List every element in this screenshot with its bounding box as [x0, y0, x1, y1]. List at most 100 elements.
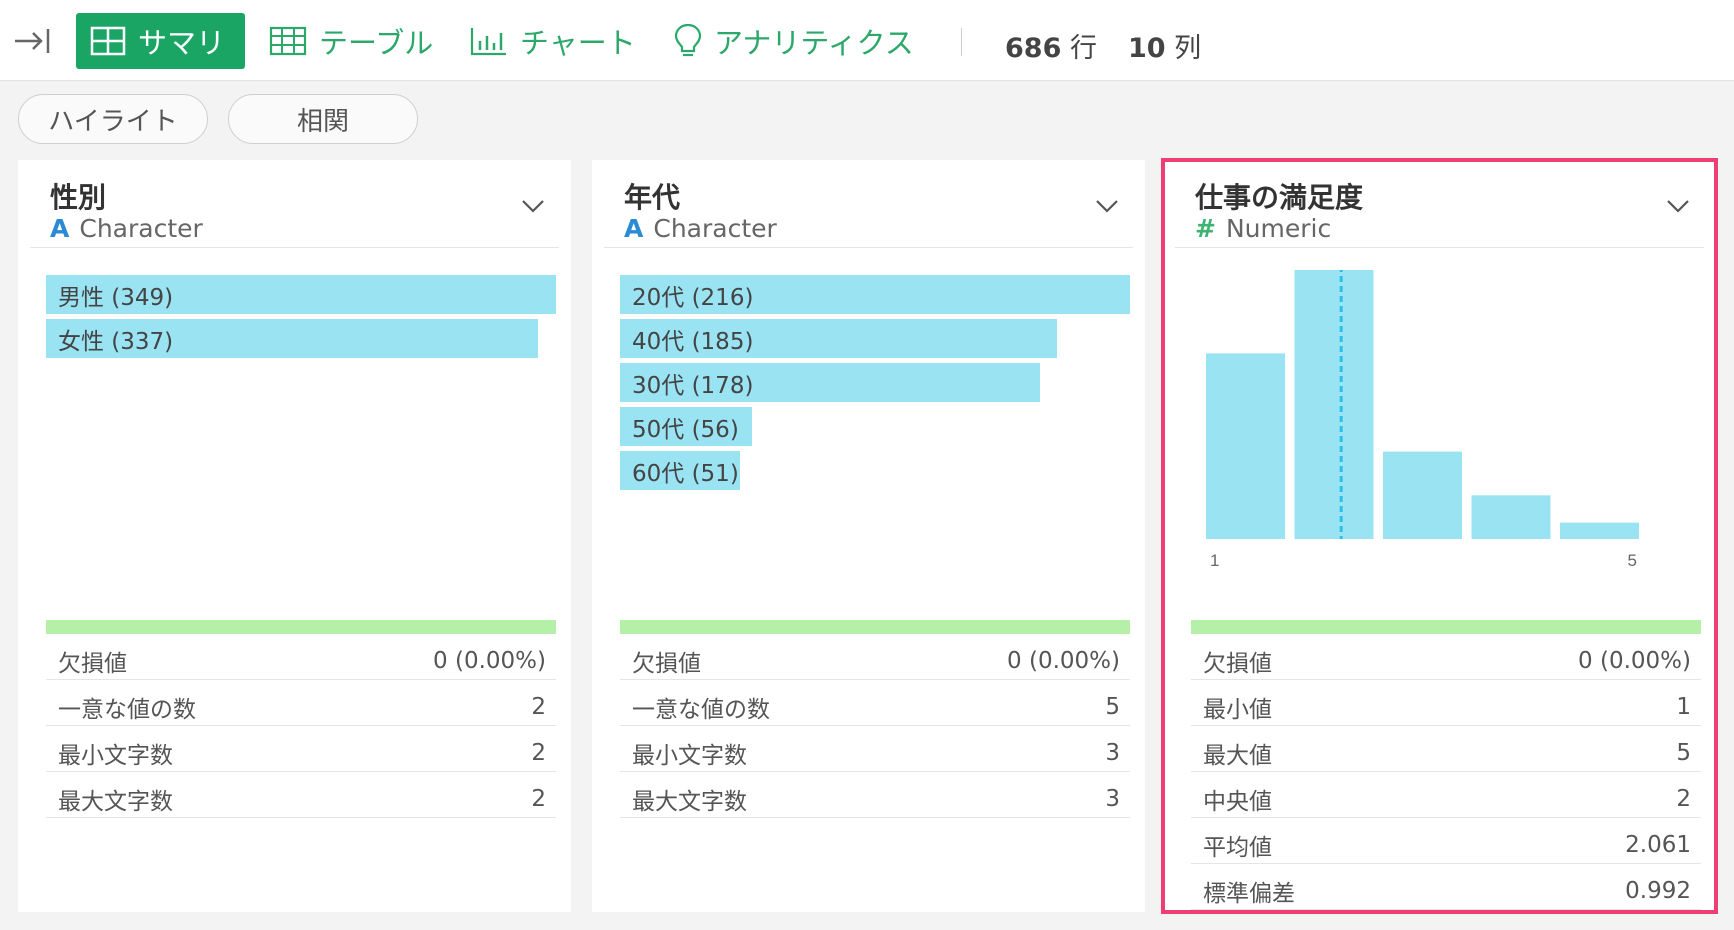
- stat-row: 最小値 1: [1191, 680, 1701, 726]
- stat-label: 最大文字数: [632, 789, 747, 815]
- chevron-down-icon[interactable]: [1095, 198, 1119, 217]
- histogram-bar[interactable]: [1206, 353, 1285, 539]
- correlation-button[interactable]: 相関: [228, 94, 418, 144]
- stat-label: 最小文字数: [58, 743, 173, 769]
- stat-value: 2: [1676, 786, 1691, 812]
- stat-value: 0.992: [1625, 878, 1691, 904]
- numeric-type-icon: #: [1195, 214, 1216, 243]
- histogram-chart: 15: [1206, 266, 1639, 570]
- stats-list: 欠損値 0 (0.00%) 一意な値の数 2 最小文字数 2 最大文字数 2: [46, 634, 556, 818]
- category-bar[interactable]: 女性 (337): [46, 319, 539, 358]
- toolbar: サマリ テーブル チャート アナリティクス 686 行 10 列: [0, 0, 1734, 81]
- stat-row: 最大文字数 3: [620, 772, 1130, 818]
- column-count-unit: 列: [1174, 33, 1202, 64]
- bar-chart-icon: [470, 26, 508, 56]
- collapse-sidebar-icon[interactable]: [14, 26, 52, 56]
- stat-value: 2: [531, 786, 546, 812]
- stat-row: 欠損値 0 (0.00%): [620, 634, 1130, 680]
- stat-value: 0 (0.00%): [1007, 648, 1120, 674]
- stat-value: 1: [1676, 694, 1691, 720]
- stat-row: 最大値 5: [1191, 726, 1701, 772]
- stat-row: 欠損値 0 (0.00%): [1191, 634, 1701, 680]
- table-icon: [269, 26, 307, 56]
- tab-analytics[interactable]: アナリティクス: [660, 13, 928, 69]
- stat-row: 欠損値 0 (0.00%): [46, 634, 556, 680]
- stat-row: 中央値 2: [1191, 772, 1701, 818]
- stat-row: 最小文字数 2: [46, 726, 556, 772]
- lightbulb-icon: [674, 23, 702, 59]
- stat-label: 最大値: [1203, 743, 1272, 769]
- category-bar[interactable]: 20代 (216): [620, 275, 1130, 314]
- stat-row: 平均値 2.061: [1191, 818, 1701, 864]
- tab-chart[interactable]: チャート: [456, 13, 650, 69]
- card-title: 性別: [50, 181, 107, 214]
- completeness-bar: [1191, 620, 1701, 634]
- stat-value: 5: [1105, 694, 1120, 720]
- completeness-bar: [46, 620, 556, 634]
- card-header: 仕事の満足度 # Numeric: [1175, 160, 1704, 248]
- column-type: A Character: [624, 214, 777, 243]
- stat-row: 最大文字数 2: [46, 772, 556, 818]
- column-card-job-satisfaction: 仕事の満足度 # Numeric 15 欠損値 0 (0.00%) 最小値 1 最大値 5 中…: [1161, 158, 1718, 914]
- category-bar[interactable]: 40代 (185): [620, 319, 1057, 358]
- card-title: 年代: [624, 181, 681, 214]
- tab-label: アナリティクス: [714, 26, 914, 60]
- column-card-age-group: 年代 A Character 20代 (216) 40代 (185) 30代 (178…: [592, 160, 1145, 912]
- card-header: 年代 A Character: [604, 160, 1133, 248]
- column-card-gender: 性別 A Character 男性 (349) 女性 (337) 欠損値 0 (0.0…: [18, 160, 571, 912]
- toolbar-divider: [961, 28, 962, 56]
- stat-label: 欠損値: [58, 651, 127, 677]
- stat-label: 一意な値の数: [58, 697, 196, 723]
- chevron-down-icon[interactable]: [521, 198, 545, 217]
- completeness-bar: [620, 620, 1130, 634]
- stat-value: 0 (0.00%): [1578, 648, 1691, 674]
- histogram-bar[interactable]: [1383, 451, 1462, 539]
- stat-row: 標準偏差 0.992: [1191, 864, 1701, 910]
- stat-label: 欠損値: [1203, 651, 1272, 677]
- column-count: 10 列: [1128, 26, 1201, 65]
- histogram-bar[interactable]: [1560, 522, 1639, 539]
- stat-value: 2: [531, 740, 546, 766]
- column-type-label: Numeric: [1225, 214, 1332, 243]
- histogram-bar[interactable]: [1294, 266, 1374, 539]
- category-bar[interactable]: 60代 (51): [620, 451, 741, 490]
- stats-list: 欠損値 0 (0.00%) 最小値 1 最大値 5 中央値 2 平均値 2.061 標準偏差 0.99…: [1191, 634, 1701, 910]
- stat-row: 一意な値の数 2: [46, 680, 556, 726]
- category-bar[interactable]: 男性 (349): [46, 275, 556, 314]
- column-type-label: Character: [79, 214, 203, 243]
- card-title: 仕事の満足度: [1195, 181, 1364, 214]
- chevron-down-icon[interactable]: [1666, 198, 1690, 217]
- stat-row: 一意な値の数 5: [620, 680, 1130, 726]
- card-header: 性別 A Character: [30, 160, 559, 248]
- column-count-value: 10: [1128, 33, 1166, 64]
- row-count-unit: 行: [1069, 33, 1097, 64]
- stat-value: 2: [531, 694, 546, 720]
- character-type-icon: A: [624, 214, 644, 243]
- stat-label: 欠損値: [632, 651, 701, 677]
- summary-grid-icon: [90, 26, 126, 56]
- stat-row: 最小文字数 3: [620, 726, 1130, 772]
- character-type-icon: A: [50, 214, 70, 243]
- tab-label: チャート: [520, 26, 636, 60]
- tab-label: テーブル: [319, 26, 434, 60]
- stat-value: 5: [1676, 740, 1691, 766]
- histogram: 15: [1191, 266, 1701, 580]
- stats-list: 欠損値 0 (0.00%) 一意な値の数 5 最小文字数 3 最大文字数 3: [620, 634, 1130, 818]
- stat-value: 3: [1105, 786, 1120, 812]
- tab-table[interactable]: テーブル: [255, 13, 447, 69]
- column-type: A Character: [50, 214, 203, 243]
- stat-label: 最小文字数: [632, 743, 747, 769]
- column-type-label: Character: [653, 214, 777, 243]
- row-count-value: 686: [1005, 33, 1062, 64]
- category-bar[interactable]: 30代 (178): [620, 363, 1041, 402]
- stat-label: 平均値: [1203, 835, 1272, 861]
- stat-label: 中央値: [1203, 789, 1272, 815]
- tab-label: サマリ: [138, 26, 226, 60]
- value-bars: 男性 (349) 女性 (337): [46, 275, 556, 363]
- histogram-bar[interactable]: [1471, 495, 1551, 539]
- category-bar[interactable]: 50代 (56): [620, 407, 753, 446]
- tab-summary[interactable]: サマリ: [76, 13, 245, 69]
- highlight-button[interactable]: ハイライト: [18, 94, 208, 144]
- stat-value: 2.061: [1625, 832, 1691, 858]
- stat-label: 標準偏差: [1203, 881, 1295, 907]
